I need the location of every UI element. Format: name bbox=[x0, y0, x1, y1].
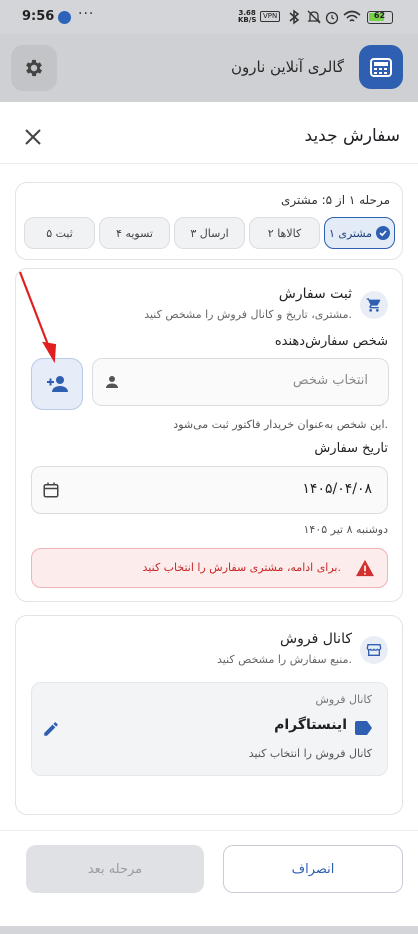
battery-level: 62 bbox=[373, 11, 386, 20]
alert-text: برای ادامه، مشتری سفارش را انتخاب کنید. bbox=[142, 561, 341, 574]
cart-icon-badge bbox=[360, 291, 388, 319]
sheet-header: سفارش جدید bbox=[0, 112, 418, 164]
sales-channel-select[interactable]: کانال فروش اینستاگرام کانال فروش را انتخ… bbox=[31, 682, 388, 776]
sales-channel-card: کانال فروش منبع سفارش را مشخص کنید. کانا… bbox=[15, 615, 403, 815]
store-icon-badge bbox=[360, 636, 388, 664]
message-icon bbox=[58, 11, 71, 24]
gear-icon bbox=[26, 59, 42, 77]
step-customer[interactable]: ۱ مشتری bbox=[324, 217, 395, 249]
step-settlement[interactable]: ۴ تسویه bbox=[99, 217, 170, 249]
channel-hint: کانال فروش را انتخاب کنید bbox=[248, 747, 372, 760]
sheet-title: سفارش جدید bbox=[304, 126, 400, 146]
app-title: گالری آنلاین نارون bbox=[231, 58, 344, 76]
order-card: ثبت سفارش مشتری، تاریخ و کانال فروش را م… bbox=[15, 268, 403, 602]
edit-icon[interactable] bbox=[42, 720, 60, 738]
settings-button[interactable] bbox=[11, 45, 57, 91]
network-speed: 3.68 KB/S bbox=[238, 10, 256, 24]
channel-section-subtitle: منبع سفارش را مشخص کنید. bbox=[216, 653, 352, 666]
order-section-subtitle: مشتری، تاریخ و کانال فروش را مشخص کنید. bbox=[144, 308, 352, 321]
step-items[interactable]: ۲ کالاها bbox=[249, 217, 320, 249]
stepper-label: مرحله ۱ از ۵: مشتری bbox=[281, 193, 390, 207]
status-time: 9:56 bbox=[22, 9, 55, 24]
new-order-sheet: سفارش جدید مرحله ۱ از ۵: مشتری ۱ مشتری ۲… bbox=[0, 112, 418, 934]
alarm-icon bbox=[325, 11, 339, 25]
store-icon bbox=[366, 644, 382, 656]
person-select-input[interactable]: انتخاب شخص bbox=[92, 358, 389, 406]
add-person-icon bbox=[47, 376, 68, 392]
person-field-label: شخص سفارش‌دهنده bbox=[274, 334, 388, 349]
footer-actions: انصراف مرحله بعد bbox=[0, 830, 418, 934]
person-icon bbox=[106, 376, 118, 388]
status-bar: 9:56 ··· 3.68 KB/S VPN 62 bbox=[0, 0, 418, 34]
navigation-bar bbox=[0, 926, 418, 934]
step-label: ۵ ثبت bbox=[46, 226, 73, 240]
more-notifications-icon: ··· bbox=[78, 6, 95, 22]
order-date-value: ۱۴۰۵/۰۴/۰۸ bbox=[302, 481, 372, 497]
step-submit[interactable]: ۵ ثبت bbox=[24, 217, 95, 249]
channel-field-label: کانال فروش bbox=[315, 693, 372, 706]
step-label: ۳ ارسال bbox=[190, 226, 229, 240]
channel-value: اینستاگرام bbox=[274, 717, 347, 733]
calendar-icon[interactable] bbox=[42, 481, 60, 499]
wifi-icon bbox=[343, 10, 361, 22]
cancel-button[interactable]: انصراف bbox=[223, 845, 403, 893]
order-date-input[interactable]: ۱۴۰۵/۰۴/۰۸ bbox=[31, 466, 388, 514]
battery-icon: 62 bbox=[367, 11, 393, 24]
stepper-card: مرحله ۱ از ۵: مشتری ۱ مشتری ۲ کالاها ۳ ا… bbox=[15, 182, 403, 260]
app-header: گالری آنلاین نارون bbox=[0, 34, 418, 102]
stepper: ۱ مشتری ۲ کالاها ۳ ارسال ۴ تسویه ۵ ثبت bbox=[24, 217, 395, 249]
mute-icon bbox=[307, 10, 321, 24]
check-icon bbox=[376, 226, 391, 240]
person-placeholder: انتخاب شخص bbox=[292, 373, 368, 388]
warning-icon bbox=[356, 559, 374, 577]
cart-icon bbox=[366, 298, 381, 312]
network-speed-unit: KB/S bbox=[238, 16, 257, 24]
channel-section-title: کانال فروش bbox=[280, 631, 352, 647]
vpn-badge: VPN bbox=[260, 11, 281, 22]
step-shipping[interactable]: ۳ ارسال bbox=[174, 217, 245, 249]
register-icon bbox=[370, 58, 392, 77]
next-step-button[interactable]: مرحله بعد bbox=[26, 845, 204, 893]
step-label: ۲ کالاها bbox=[267, 226, 302, 240]
add-person-button[interactable] bbox=[31, 358, 83, 410]
brand-logo bbox=[359, 45, 403, 89]
step-label: ۴ تسویه bbox=[116, 226, 153, 240]
tag-icon bbox=[355, 721, 372, 735]
close-icon[interactable] bbox=[22, 126, 44, 148]
order-section-title: ثبت سفارش bbox=[278, 286, 352, 302]
step-label: ۱ مشتری bbox=[328, 226, 373, 240]
date-field-label: تاریخ سفارش bbox=[314, 441, 388, 456]
customer-required-alert: برای ادامه، مشتری سفارش را انتخاب کنید. bbox=[31, 548, 388, 588]
person-helper-text: این شخص به‌عنوان خریدار فاکتور ثبت می‌شو… bbox=[173, 418, 388, 431]
date-helper-text: دوشنبه ۸ تیر ۱۴۰۵ bbox=[303, 523, 388, 536]
bluetooth-icon bbox=[289, 9, 300, 25]
